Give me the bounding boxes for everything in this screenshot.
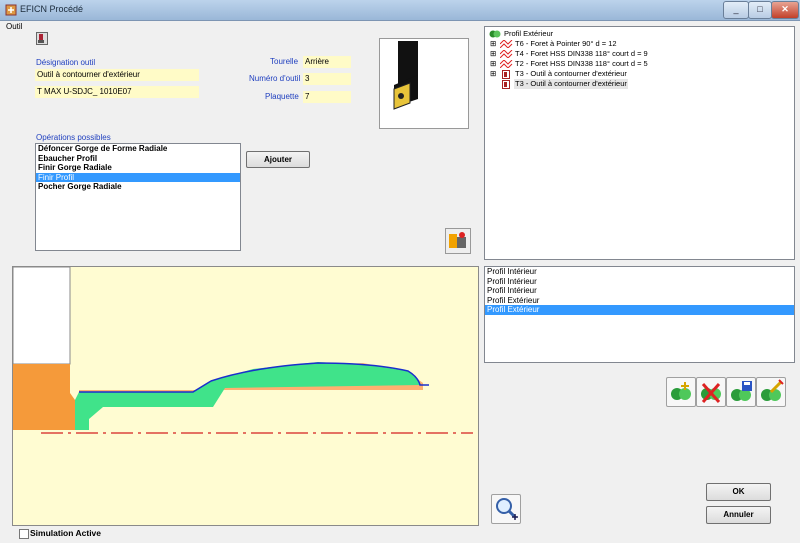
operation-item[interactable]: Finir Gorge Radiale [36,163,240,173]
turning-tool-icon [502,70,510,79]
tree-item[interactable]: T3 - Outil à contourner d'extérieur [515,69,627,79]
operation-item[interactable]: Défoncer Gorge de Forme Radiale [36,144,240,154]
minimize-icon: _ [733,4,739,14]
profile-root-icon [489,30,501,38]
profile-item[interactable]: Profil Intérieur [485,286,794,296]
edit-operation-icon-button[interactable] [756,377,786,407]
add-operation-button[interactable]: Ajouter [246,151,310,168]
profiles-list[interactable]: Profil Intérieur Profil Intérieur Profil… [484,266,795,363]
maximize-button[interactable]: □ [748,1,772,19]
profile-item[interactable]: Profil Intérieur [485,277,794,287]
plaquette-field[interactable]: 7 [303,91,351,103]
drill-icon [500,40,513,48]
part-profile-drawing [13,267,473,434]
drill-icon [500,50,513,58]
expand-icon[interactable]: ⊞ [490,69,496,79]
profile-item[interactable]: Profil Extérieur [485,296,794,306]
tree-item-selected[interactable]: T3 - Outil à contourner d'extérieur [514,79,628,89]
zoom-in-icon [496,498,518,520]
chuck-body [13,267,71,365]
add-operation-icon [671,382,691,400]
tree-item[interactable]: T6 - Foret à Pointer 90° d = 12 [515,39,617,49]
operations-list[interactable]: Défoncer Gorge de Forme Radiale Ebaucher… [35,143,241,251]
tool-insert-image [393,41,418,110]
tool-icon[interactable] [36,32,48,45]
expand-icon[interactable]: ⊞ [490,39,496,49]
tourelle-label: Tourelle [270,57,299,66]
cancel-button[interactable]: Annuler [706,506,771,524]
profile-item-selected[interactable]: Profil Extérieur [485,305,794,315]
designation-label: Désignation outil [36,58,96,67]
window-title: EFICN Procédé [20,4,84,14]
chuck-jaw-step [57,364,75,430]
tool-library-icon[interactable] [445,228,471,254]
drill-icon [500,60,513,68]
operations-tree[interactable]: Profil Extérieur ⊞ T6 - Foret à Pointer … [484,26,795,260]
save-operation-icon [731,381,752,401]
simulation-label: Simulation Active [30,528,102,538]
reference-field[interactable]: T MAX U-SDJC_ 1010E07 [35,86,199,98]
turning-tool-icon [502,80,510,89]
outil-label: Outil [6,22,23,31]
operations-label: Opérations possibles [36,133,111,142]
tool-preview [379,38,469,129]
add-operation-icon-button[interactable] [666,377,696,407]
tree-item[interactable]: T2 - Foret HSS DIN338 118° court d = 5 [515,59,648,69]
simulation-checkbox[interactable] [19,529,29,539]
tree-root[interactable]: Profil Extérieur [504,29,553,39]
maximize-icon: □ [757,4,763,14]
expand-icon[interactable]: ⊞ [490,49,496,59]
operation-item-selected[interactable]: Finir Profil [36,172,240,182]
operation-item[interactable]: Pocher Gorge Radiale [36,182,240,192]
close-button[interactable]: ✕ [771,1,799,19]
ok-button[interactable]: OK [706,483,771,501]
profile-item[interactable]: Profil Intérieur [485,267,794,277]
tree-item[interactable]: T4 - Foret HSS DIN338 118° court d = 9 [515,49,648,59]
delete-operation-icon [701,383,721,403]
minimize-button[interactable]: _ [723,1,749,19]
main-window: EFICN Procédé _ □ ✕ Outil Désignation ou… [0,0,800,543]
app-icon [5,4,17,16]
save-operation-icon-button[interactable] [726,377,756,407]
chuck-jaw [13,364,57,430]
numero-field[interactable]: 3 [303,73,351,85]
plaquette-label: Plaquette [265,92,299,101]
operation-item[interactable]: Ebaucher Profil [36,154,240,164]
expand-icon[interactable]: ⊞ [490,59,496,69]
tourelle-field[interactable]: Arrière [303,56,351,68]
numero-label: Numéro d'outil [249,74,301,83]
simulation-canvas[interactable] [12,266,479,526]
zoom-button[interactable] [491,494,521,524]
delete-operation-icon-button[interactable] [696,377,726,407]
designation-field[interactable]: Outil à contourner d'extérieur [35,69,199,81]
edit-operation-icon [761,379,784,401]
title-bar: EFICN Procédé _ □ ✕ [0,0,800,21]
close-icon: ✕ [781,4,789,14]
